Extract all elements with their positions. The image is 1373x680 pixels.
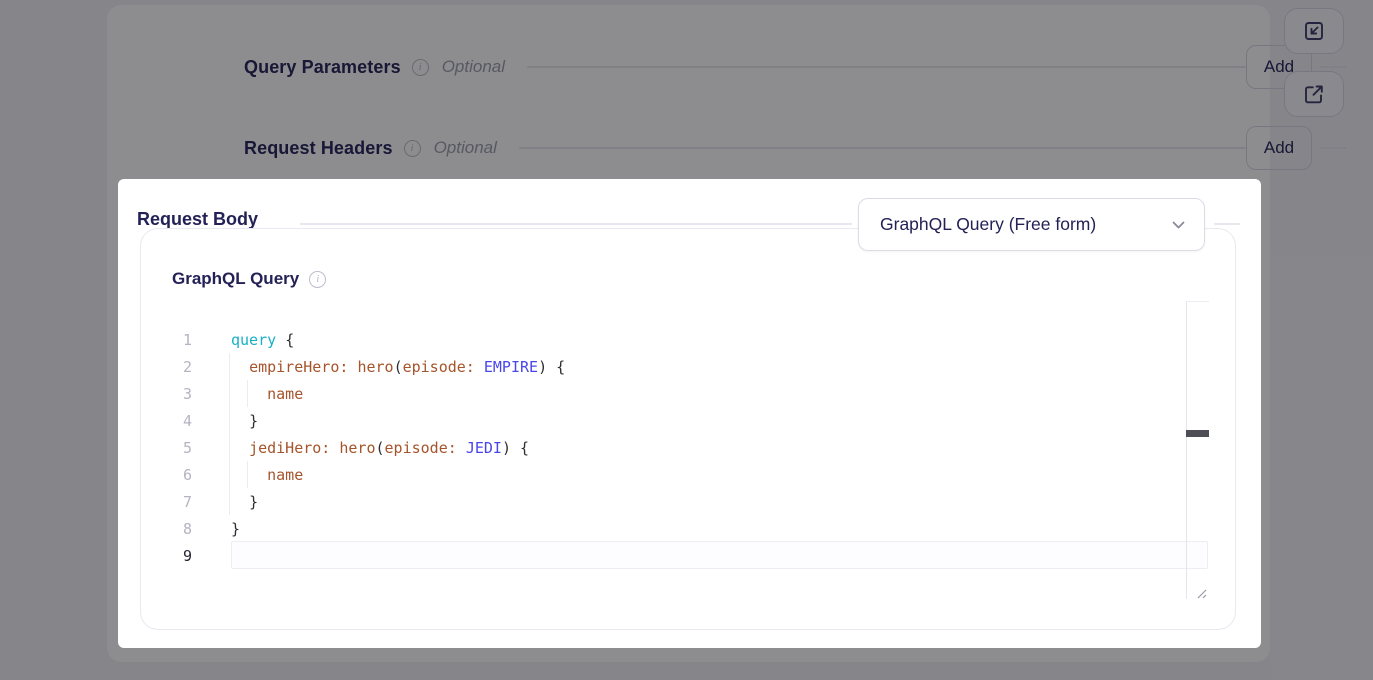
line-code: } <box>192 520 240 538</box>
line-number: 5 <box>161 439 192 457</box>
code-line[interactable]: 7 } <box>161 488 1209 515</box>
line-number: 2 <box>161 358 192 376</box>
divider <box>1214 223 1240 225</box>
line-number: 4 <box>161 412 192 430</box>
line-number: 3 <box>161 385 192 403</box>
line-code: } <box>192 412 258 430</box>
line-code: empireHero: hero(episode: EMPIRE) { <box>192 358 565 376</box>
graphql-query-label: GraphQL Query <box>172 269 299 289</box>
line-number: 6 <box>161 466 192 484</box>
line-number: 8 <box>161 520 192 538</box>
code-line[interactable]: 9 <box>161 542 1209 569</box>
line-code: query { <box>192 331 294 349</box>
code-line[interactable]: 6 name <box>161 461 1209 488</box>
line-code: name <box>192 385 303 403</box>
code-line[interactable]: 4 } <box>161 407 1209 434</box>
line-code: } <box>192 493 258 511</box>
line-code: name <box>192 466 303 484</box>
code-line[interactable]: 3 name <box>161 380 1209 407</box>
graphql-query-card: GraphQL Query i 1query {2 empireHero: he… <box>140 228 1236 630</box>
divider <box>300 223 852 225</box>
code-line[interactable]: 1query { <box>161 326 1209 353</box>
request-body-label: Request Body <box>137 209 258 230</box>
line-code: jediHero: hero(episode: JEDI) { <box>192 439 529 457</box>
scrollbar-track-top <box>1186 301 1209 302</box>
line-number: 9 <box>161 547 192 565</box>
graphql-query-label-row: GraphQL Query i <box>172 269 326 289</box>
code-line[interactable]: 8} <box>161 515 1209 542</box>
code-line[interactable]: 2 empireHero: hero(episode: EMPIRE) { <box>161 353 1209 380</box>
page: Query Parameters i Optional Add Request … <box>0 0 1373 680</box>
code-lines: 1query {2 empireHero: hero(episode: EMPI… <box>161 301 1209 601</box>
info-icon[interactable]: i <box>309 271 326 288</box>
body-type-value: GraphQL Query (Free form) <box>880 214 1096 235</box>
resize-handle-icon[interactable] <box>1195 586 1208 599</box>
chevron-down-icon <box>1171 220 1186 230</box>
request-body-section: Request Body GraphQL Query (Free form) G… <box>118 179 1261 648</box>
code-line[interactable]: 5 jediHero: hero(episode: JEDI) { <box>161 434 1209 461</box>
body-type-select[interactable]: GraphQL Query (Free form) <box>858 198 1205 251</box>
line-number: 1 <box>161 331 192 349</box>
graphql-query-editor[interactable]: 1query {2 empireHero: hero(episode: EMPI… <box>161 301 1209 601</box>
line-number: 7 <box>161 493 192 511</box>
